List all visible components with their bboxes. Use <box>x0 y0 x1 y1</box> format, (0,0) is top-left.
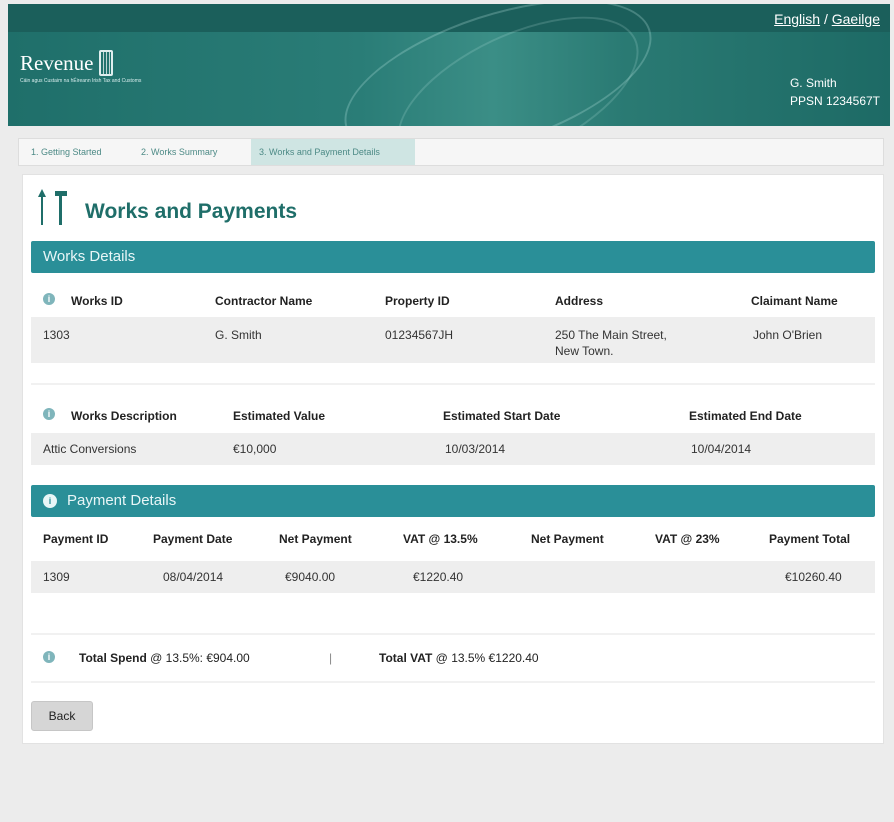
payment-total-value: €10260.40 <box>785 570 842 584</box>
header-payment-date: Payment Date <box>153 532 233 546</box>
works-description-value: Attic Conversions <box>43 442 137 456</box>
estimated-start-date-value: 10/03/2014 <box>445 442 506 456</box>
back-button[interactable]: Back <box>31 701 93 731</box>
header-payment-total: Payment Total <box>769 532 851 546</box>
total-spend-label: Total Spend <box>79 651 147 665</box>
contractor-name-value: G. Smith <box>215 328 262 342</box>
total-vat: Total VAT @ 13.5% €1220.40 <box>379 651 539 665</box>
header-contractor-name: Contractor Name <box>215 294 313 308</box>
divider <box>31 633 875 635</box>
divider <box>31 383 875 385</box>
header-address: Address <box>555 294 604 308</box>
estimated-value-value: €10,000 <box>233 442 277 456</box>
info-icon[interactable]: i <box>43 651 55 663</box>
user-name: G. Smith <box>789 76 837 90</box>
payment-id-value: 1309 <box>43 570 70 584</box>
main-panel: Works and Payments Works Details i Works… <box>22 174 884 744</box>
total-spend: Total Spend @ 13.5%: €904.00 <box>79 651 250 665</box>
gaeilge-link[interactable]: Gaeilge <box>832 11 880 27</box>
language-separator: / <box>823 11 828 27</box>
header-works-id: Works ID <box>71 294 123 308</box>
address-line-2: New Town. <box>555 344 614 358</box>
step-tabs: 1. Getting Started 2. Works Summary 3. W… <box>18 138 884 166</box>
header-vat-23: VAT @ 23% <box>655 532 720 546</box>
harp-icon <box>99 50 114 76</box>
user-info: G. Smith PPSN 1234567T <box>790 74 880 110</box>
address-value: 250 The Main Street, New Town. <box>555 327 667 359</box>
total-spend-value: @ 13.5%: €904.00 <box>150 651 250 665</box>
estimated-end-date-value: 10/04/2014 <box>691 442 752 456</box>
header-works-description: Works Description <box>71 409 177 423</box>
header-payment-id: Payment ID <box>43 532 109 546</box>
header-estimated-end-date: Estimated End Date <box>689 409 802 423</box>
works-details-title: Works Details <box>43 248 136 265</box>
language-switcher: English / Gaeilge <box>774 11 880 27</box>
payment-details-title: Payment Details <box>67 492 177 509</box>
vat-13-5-value: €1220.40 <box>413 570 464 584</box>
property-id-value: 01234567JH <box>385 328 454 342</box>
header-estimated-value: Estimated Value <box>233 409 326 423</box>
tab-works-and-payment-details[interactable]: 3. Works and Payment Details <box>251 139 415 165</box>
site-header: English / Gaeilge Revenue Cáin agus Cust… <box>8 4 890 126</box>
works-id-value: 1303 <box>43 328 70 342</box>
revenue-logo[interactable]: Revenue Cáin agus Custaim na hÉireann Ir… <box>20 50 150 84</box>
divider <box>31 681 875 683</box>
net-payment-value: €9040.00 <box>285 570 336 584</box>
total-vat-label: Total VAT <box>379 651 433 665</box>
header-estimated-start-date: Estimated Start Date <box>443 409 561 423</box>
page-title: Works and Payments <box>85 200 298 223</box>
address-line-1: 250 The Main Street, <box>555 328 667 342</box>
header-claimant-name: Claimant Name <box>751 294 838 308</box>
payment-date-value: 08/04/2014 <box>163 570 224 584</box>
header-property-id: Property ID <box>385 294 450 308</box>
header-net-payment-23: Net Payment <box>531 532 604 546</box>
tab-works-summary[interactable]: 2. Works Summary <box>133 139 225 165</box>
totals-separator: | <box>329 651 333 665</box>
tools-icon <box>38 189 67 225</box>
total-vat-value: @ 13.5% €1220.40 <box>435 651 539 665</box>
payment-details-bar: i Payment Details <box>31 485 875 517</box>
tab-getting-started[interactable]: 1. Getting Started <box>23 139 110 165</box>
header-net-payment: Net Payment <box>279 532 352 546</box>
page-frame: English / Gaeilge Revenue Cáin agus Cust… <box>8 4 890 822</box>
info-icon[interactable]: i <box>43 293 55 305</box>
works-details-bar: Works Details <box>31 241 875 273</box>
header-vat-13-5: VAT @ 13.5% <box>403 532 478 546</box>
info-icon[interactable]: i <box>43 408 55 420</box>
logo-text: Revenue <box>20 51 94 75</box>
english-link[interactable]: English <box>774 11 820 27</box>
user-ppsn: PPSN 1234567T <box>789 94 880 108</box>
claimant-name-value: John O'Brien <box>753 328 822 342</box>
info-icon[interactable]: i <box>43 494 57 509</box>
logo-subtitle: Cáin agus Custaim na hÉireann Irish Tax … <box>20 78 142 84</box>
